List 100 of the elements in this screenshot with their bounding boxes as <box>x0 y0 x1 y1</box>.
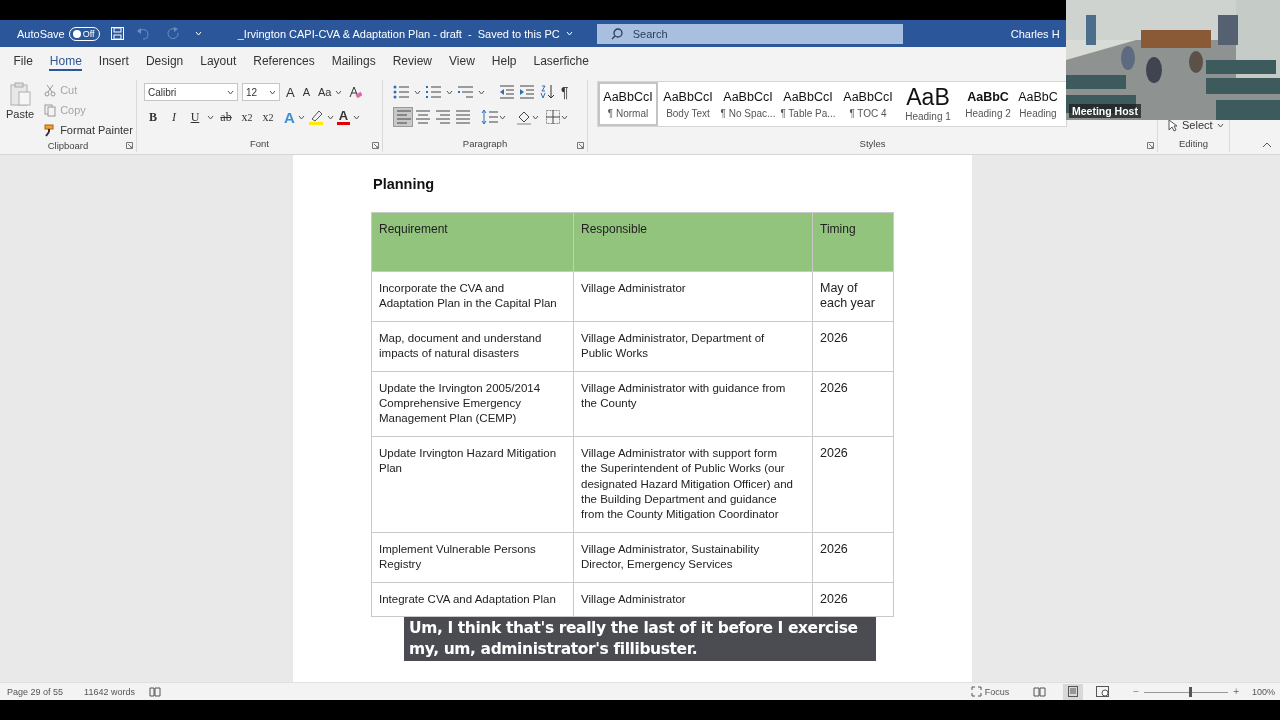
clear-formatting-icon[interactable] <box>348 85 363 99</box>
zoom-slider[interactable] <box>1144 684 1229 699</box>
dialog-launcher-icon[interactable] <box>1147 142 1154 149</box>
table-cell: Integrate CVA and Adaptation Plan <box>371 582 574 617</box>
page-icon <box>1068 686 1079 697</box>
caret-icon[interactable] <box>269 89 276 95</box>
ribbon-tab[interactable]: Home <box>41 47 91 75</box>
caret-icon[interactable] <box>478 89 485 95</box>
ribbon-tab[interactable]: Insert <box>90 47 138 75</box>
print-layout-button[interactable] <box>1063 683 1084 700</box>
change-case-button[interactable]: Aa <box>316 82 345 102</box>
column-header: Timing <box>812 212 894 272</box>
zoom-out-button[interactable]: − <box>1128 683 1145 700</box>
copy-icon <box>44 103 57 117</box>
line-spacing-icon[interactable] <box>481 109 499 125</box>
search-field[interactable]: Search <box>596 23 903 44</box>
style-option[interactable]: AaBbCcI ¶ Table Pa... <box>778 82 838 126</box>
brush-icon <box>44 123 57 137</box>
borders-icon[interactable] <box>545 109 561 125</box>
format-painter-button[interactable]: Format Painter <box>42 120 135 140</box>
caret-icon[interactable] <box>352 114 360 120</box>
underline-button[interactable]: U <box>186 107 204 127</box>
participant-name: Meeting Host <box>1069 104 1141 118</box>
caret-icon[interactable] <box>326 114 334 120</box>
book-icon <box>1033 686 1047 697</box>
ribbon-tab[interactable]: Review <box>384 47 441 75</box>
strikethrough-button[interactable]: ab <box>217 107 235 127</box>
style-option[interactable]: AaBbCcI ¶ Normal <box>598 82 658 126</box>
save-icon[interactable] <box>110 27 124 40</box>
caret-icon[interactable] <box>1216 122 1224 128</box>
document-title: _Irvington CAPI-CVA & Adaptation Plan - draft - Saved to this PC <box>237 27 560 40</box>
style-option[interactable]: AaB Heading 1 <box>898 82 958 126</box>
page-count: Page 29 of 55 <box>7 686 64 697</box>
table-cell: Village Administrator, Sustainability Director, Emergency Services <box>573 532 813 583</box>
table-cell: Village Administrator, Department of Public Works <box>573 321 813 372</box>
table-cell: May of each year <box>812 271 894 322</box>
zoom-slider-thumb[interactable] <box>1189 686 1193 697</box>
table-cell: Incorporate the CVA and Adaptation Plan in the Capital Plan <box>371 271 574 322</box>
table-cell: Update the Irvington 2005/2014 Comprehensive Emergency Management Plan (CEMP) <box>371 371 574 437</box>
bold-button[interactable]: B <box>144 107 162 127</box>
style-option[interactable]: AaBbCcI ¶ TOC 4 <box>838 82 898 126</box>
ribbon-tab[interactable]: View <box>440 47 484 75</box>
clipboard-icon <box>9 82 32 106</box>
multilevel-list-icon[interactable] <box>457 84 474 100</box>
show-formatting-button[interactable]: ¶ <box>559 82 571 102</box>
caption-text: Um, I think that's really the last of it before I exercise my, um, administrator's fillibuster. <box>409 619 858 658</box>
caret-icon[interactable] <box>297 114 305 120</box>
dialog-launcher-icon[interactable] <box>126 142 133 149</box>
ribbon-tab[interactable]: Mailings <box>323 47 385 75</box>
collapse-ribbon-icon[interactable] <box>1262 142 1272 148</box>
decrease-indent-icon[interactable] <box>499 84 515 100</box>
font-size-field[interactable]: 12 <box>242 83 280 101</box>
table-cell: 2026 <box>812 582 894 617</box>
style-option[interactable]: AaBbC Heading 2 <box>958 82 1018 126</box>
font-color-button[interactable]: A <box>336 109 350 125</box>
highlighter-icon[interactable] <box>307 109 324 125</box>
ribbon-tab[interactable]: References <box>244 47 324 75</box>
style-option[interactable]: AaBbCcI Body Text <box>658 82 718 126</box>
autosave-label: AutoSave <box>17 27 65 40</box>
table-cell: Update Irvington Hazard Mitigation Plan <box>371 436 574 533</box>
shrink-font-button[interactable]: A <box>300 82 312 102</box>
group-label: Clipboard <box>46 140 90 152</box>
table-cell: Map, document and understand impacts of natural disasters <box>371 321 574 372</box>
scissors-icon <box>44 83 57 97</box>
caret-icon[interactable] <box>227 89 234 95</box>
caret-icon[interactable] <box>532 114 539 120</box>
caret-icon[interactable] <box>446 89 453 95</box>
italic-button[interactable]: I <box>165 107 183 127</box>
zoom-in-button[interactable]: + <box>1228 683 1244 700</box>
ribbon-tab[interactable]: Help <box>483 47 525 75</box>
style-option[interactable]: AaBbC Heading <box>1018 82 1058 126</box>
sort-icon[interactable] <box>539 84 555 100</box>
globe-page-icon <box>1096 686 1110 697</box>
dialog-launcher-icon[interactable] <box>372 142 379 149</box>
table-cell: 2026 <box>812 321 894 372</box>
ribbon-tab[interactable]: Laserfiche <box>525 47 598 75</box>
bullets-icon[interactable] <box>393 84 410 100</box>
ribbon-tab[interactable]: File <box>5 47 42 75</box>
caret-icon[interactable] <box>499 114 506 120</box>
style-option[interactable]: AaBbCcI ¶ No Spac... <box>718 82 778 126</box>
caret-icon[interactable] <box>335 89 343 95</box>
caret-icon[interactable] <box>561 114 568 120</box>
group-label: Editing <box>1177 138 1210 151</box>
table-cell: 2026 <box>812 532 894 583</box>
grow-font-button[interactable]: A <box>284 82 297 102</box>
font-name-field[interactable]: Calibri <box>144 83 238 101</box>
table-cell: Implement Vulnerable Persons Registry <box>371 532 574 583</box>
caret-icon[interactable] <box>414 89 421 95</box>
focus-button[interactable]: Focus <box>965 683 1015 700</box>
increase-indent-icon[interactable] <box>519 84 535 100</box>
caret-icon[interactable] <box>207 114 214 120</box>
paste-button[interactable]: Paste <box>0 82 41 134</box>
table-cell: Village Administrator with support form the Superintendent of Public Works (our designated Hazard Mitigation Officer) and the Building Department and guidance from the County Mitigation Coordinator <box>573 436 813 533</box>
ribbon-tab[interactable]: Layout <box>191 47 245 75</box>
shading-icon[interactable] <box>516 109 532 125</box>
ribbon-tab[interactable]: Design <box>137 47 192 75</box>
column-header: Requirement <box>371 212 574 272</box>
word-count: 11642 words <box>84 686 135 697</box>
focus-icon <box>970 686 982 697</box>
dialog-launcher-icon[interactable] <box>577 142 584 149</box>
